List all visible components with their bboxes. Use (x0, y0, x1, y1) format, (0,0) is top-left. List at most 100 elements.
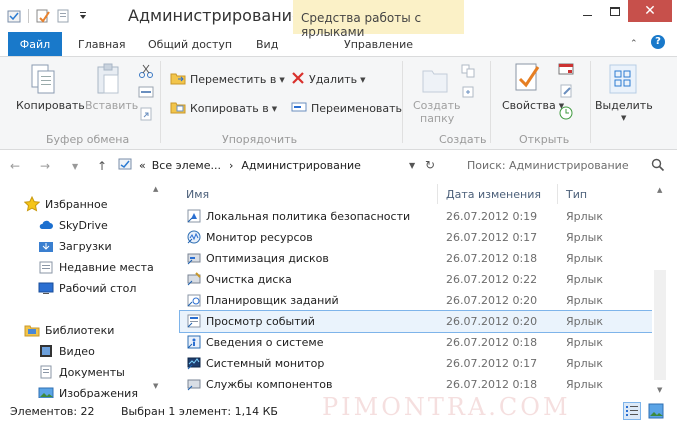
recent-places-icon (38, 259, 54, 275)
window-title: Администрирование (128, 6, 302, 25)
skydrive-cloud-icon (38, 217, 54, 233)
file-type: Ярлык (566, 336, 603, 349)
easy-access-icon[interactable] (460, 84, 476, 103)
shortcut-icon (186, 334, 202, 350)
nav-item-desktop[interactable]: Рабочий стол (38, 278, 136, 298)
column-header-type[interactable]: Тип (566, 188, 587, 201)
table-row[interactable]: Оптимизация дисков 26.07.2012 0:18 Ярлык (180, 248, 652, 269)
new-folder-button[interactable]: Создать (413, 99, 461, 112)
new-folder-large-icon (420, 63, 450, 98)
help-button[interactable]: ? (651, 35, 665, 49)
edit-icon[interactable] (558, 83, 574, 102)
nav-item-downloads[interactable]: Загрузки (38, 236, 112, 256)
cut-icon[interactable] (138, 63, 154, 82)
table-row[interactable]: Сведения о системе 26.07.2012 0:18 Ярлык (180, 332, 652, 353)
recent-locations-chevron-icon[interactable]: ▼ (72, 162, 78, 171)
table-row[interactable]: Планировщик заданий 26.07.2012 0:20 Ярлык (180, 290, 652, 311)
breadcrumb-administration[interactable]: Администрирование (241, 159, 361, 172)
pictures-icon (38, 385, 54, 398)
table-row[interactable]: Системный монитор 26.07.2012 0:17 Ярлык (180, 353, 652, 374)
file-list-scrollbar[interactable]: ▲ ▼ (652, 184, 669, 398)
column-header-name[interactable]: Имя (186, 188, 209, 201)
address-box[interactable]: « Все элеме... › Администрирование ▼ ↻ (117, 154, 443, 176)
file-type: Ярлык (566, 294, 603, 307)
new-item-icon[interactable] (460, 63, 476, 82)
copy-to-button[interactable]: Копировать в ▼ (170, 100, 277, 117)
file-name: Системный монитор (206, 357, 325, 370)
tab-manage[interactable]: Управление (344, 38, 413, 51)
scroll-up-icon[interactable]: ▲ (153, 185, 158, 193)
back-arrow-icon[interactable]: ← (10, 159, 20, 173)
search-input[interactable]: Поиск: Администрирование (459, 154, 669, 176)
table-row[interactable]: Службы компонентов 26.07.2012 0:18 Ярлык (180, 374, 652, 395)
navigation-pane-scrollbar[interactable]: ▲ ▼ (150, 183, 162, 395)
minimize-icon (582, 14, 592, 16)
properties-button[interactable]: Свойства ▼ (502, 99, 564, 112)
customize-qat-chevron-icon[interactable] (75, 8, 91, 24)
ribbon: Копировать Вставить Буфер обмена Перемес… (0, 56, 677, 150)
tab-file[interactable]: Файл (8, 32, 62, 56)
collapse-ribbon-chevron-icon[interactable]: ⌃ (630, 39, 638, 49)
rename-button[interactable]: Переименовать (291, 100, 402, 117)
nav-item-favorites[interactable]: Избранное (23, 194, 107, 214)
properties-icon[interactable] (35, 8, 51, 24)
ribbon-group-divider (590, 61, 591, 143)
tab-share[interactable]: Общий доступ (148, 38, 232, 51)
file-name: Сведения о системе (206, 336, 324, 349)
file-date: 26.07.2012 0:18 (446, 378, 538, 391)
delete-button[interactable]: Удалить ▼ (291, 71, 366, 88)
copy-path-icon[interactable] (138, 84, 154, 103)
paste-button[interactable]: Вставить (85, 99, 138, 112)
table-row[interactable]: Очистка диска 26.07.2012 0:22 Ярлык (180, 269, 652, 290)
refresh-icon[interactable]: ↻ (425, 158, 435, 172)
copy-button[interactable]: Копировать (16, 99, 85, 112)
minimize-button[interactable] (573, 0, 601, 22)
search-icon[interactable] (651, 158, 665, 175)
navigation-pane: Избранное SkyDrive Загрузки Недавние мес… (0, 180, 160, 398)
table-row[interactable]: Локальная политика безопасности 26.07.201… (180, 206, 652, 227)
open-icon[interactable] (558, 61, 574, 80)
file-name: Просмотр событий (206, 315, 315, 328)
shortcut-icon (186, 271, 202, 287)
nav-item-pictures[interactable]: Изображения (38, 383, 138, 398)
breadcrumb-all-items[interactable]: Все элеме... (152, 159, 221, 172)
explorer-app-icon[interactable] (6, 8, 22, 24)
downloads-folder-icon (38, 238, 54, 254)
close-button[interactable]: ✕ (628, 0, 672, 22)
breadcrumb-separator[interactable]: › (229, 159, 233, 172)
scroll-down-icon[interactable]: ▼ (657, 386, 662, 394)
history-icon[interactable] (558, 105, 574, 124)
address-overflow[interactable]: « (139, 159, 146, 172)
file-date: 26.07.2012 0:20 (446, 294, 538, 307)
nav-item-libraries[interactable]: Библиотеки (24, 320, 114, 340)
copy-to-dropdown-icon: ▼ (271, 104, 278, 113)
forward-arrow-icon[interactable]: → (40, 159, 50, 173)
select-button[interactable]: Выделить (595, 99, 653, 112)
maximize-button[interactable] (601, 0, 628, 22)
scroll-down-icon[interactable]: ▼ (153, 382, 158, 390)
move-to-button[interactable]: Переместить в ▼ (170, 71, 285, 88)
new-folder-icon[interactable] (55, 8, 71, 24)
nav-item-recent-places[interactable]: Недавние места (38, 257, 154, 277)
scroll-up-icon[interactable]: ▲ (657, 186, 662, 194)
column-divider[interactable] (557, 184, 558, 204)
tab-home[interactable]: Главная (78, 38, 126, 51)
file-date: 26.07.2012 0:20 (446, 315, 538, 328)
paste-shortcut-icon[interactable] (138, 106, 154, 125)
column-header-date[interactable]: Дата изменения (446, 188, 541, 201)
nav-item-video[interactable]: Видео (38, 341, 95, 361)
details-view-icon[interactable] (623, 402, 641, 423)
table-row[interactable]: Просмотр событий 26.07.2012 0:20 Ярлык (179, 310, 652, 333)
nav-item-documents[interactable]: Документы (38, 362, 125, 382)
scroll-thumb[interactable] (654, 270, 666, 380)
nav-item-skydrive[interactable]: SkyDrive (38, 215, 108, 235)
tab-view[interactable]: Вид (256, 38, 278, 51)
up-arrow-icon[interactable]: ↑ (97, 159, 107, 173)
select-dropdown-icon: ▼ (621, 114, 627, 122)
large-icons-view-icon[interactable] (648, 403, 664, 422)
column-divider[interactable] (437, 184, 438, 204)
table-row[interactable]: Монитор ресурсов 26.07.2012 0:17 Ярлык (180, 227, 652, 248)
address-dropdown-icon[interactable]: ▼ (409, 161, 415, 170)
control-panel-icon (117, 156, 133, 175)
maximize-icon (609, 6, 620, 16)
